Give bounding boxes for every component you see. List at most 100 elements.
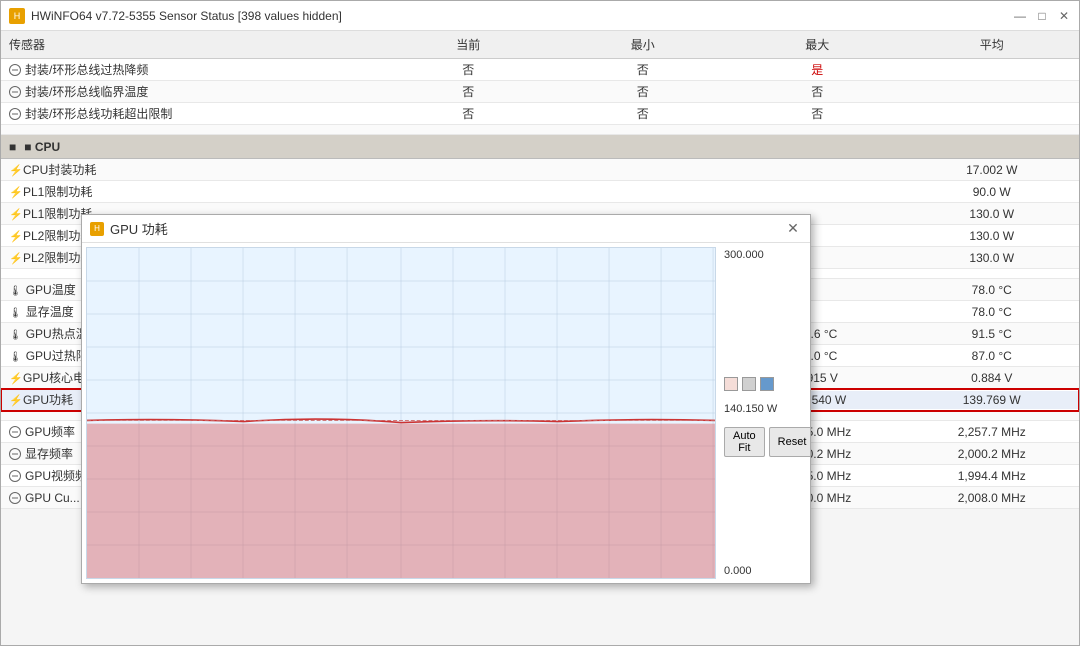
cell-blank (905, 128, 1080, 132)
bolt-icon (9, 163, 19, 177)
gpu-power-popup: H GPU 功耗 ✕ (81, 214, 811, 584)
cell-label: CPU封装功耗 (1, 159, 381, 180)
minus-icon (9, 448, 21, 460)
chart-area (86, 247, 716, 579)
cell-blank (905, 272, 1080, 276)
cell-max: 否 (730, 103, 905, 124)
table-row: 封装/环形总线临界温度 否 否 否 (1, 81, 1079, 103)
temp-icon (9, 283, 22, 297)
cell-blank (556, 145, 731, 149)
cpu-section-icon: ■ (9, 140, 16, 154)
column-headers: 传感器 当前 最小 最大 平均 (1, 31, 1079, 59)
cell-current (381, 190, 556, 194)
chart-label-top: 300.000 (724, 249, 806, 261)
cell-blank (1, 128, 381, 132)
bolt-icon (9, 207, 19, 221)
chart-checkbox-3[interactable] (760, 377, 774, 391)
popup-title-left: H GPU 功耗 (90, 219, 168, 238)
popup-title: GPU 功耗 (110, 219, 168, 238)
minus-icon (9, 86, 21, 98)
table-row-blank (1, 125, 1079, 135)
minimize-button[interactable]: — (1013, 9, 1027, 23)
cell-blank (381, 145, 556, 149)
col-min: 最小 (556, 33, 731, 56)
cell-blank (556, 128, 731, 132)
col-max: 最大 (730, 33, 905, 56)
chart-checkbox-1[interactable] (724, 377, 738, 391)
temp-icon (9, 327, 22, 341)
cell-min (556, 190, 731, 194)
cell-avg: 17.002 W (905, 161, 1080, 179)
cell-avg: 87.0 °C (905, 347, 1080, 365)
cell-label: 封装/环形总线临界温度 (1, 81, 381, 102)
cell-label: PL1限制功耗 (1, 181, 381, 202)
cell-avg: 2,000.2 MHz (905, 445, 1080, 463)
cell-avg: 2,257.7 MHz (905, 423, 1080, 441)
cell-blank (730, 145, 905, 149)
cell-avg: 1,994.4 MHz (905, 467, 1080, 485)
col-avg: 平均 (905, 33, 1080, 56)
popup-content: 300.000 140.150 W Auto Fit Reset 0.000 (82, 243, 810, 583)
cell-label: 封装/环形总线过热降频 (1, 59, 381, 80)
cpu-label: ■ CPU (24, 140, 60, 154)
cell-current: 否 (381, 103, 556, 124)
col-sensor: 传感器 (1, 33, 381, 56)
main-window: H HWiNFO64 v7.72-5355 Sensor Status [398… (0, 0, 1080, 646)
cell-avg: 0.884 V (905, 369, 1080, 387)
chart-buttons: Auto Fit Reset (724, 427, 806, 457)
bolt-icon (9, 251, 19, 265)
minus-icon (9, 426, 21, 438)
cell-max: 是 (730, 59, 905, 80)
cell-min: 否 (556, 59, 731, 80)
cell-avg: 130.0 W (905, 205, 1080, 223)
popup-app-icon: H (90, 222, 104, 236)
chart-checkbox-2[interactable] (742, 377, 756, 391)
bolt-icon (9, 371, 19, 385)
bolt-icon (9, 185, 19, 199)
cell-max (730, 168, 905, 172)
cell-blank (381, 128, 556, 132)
chart-sidebar: 300.000 140.150 W Auto Fit Reset 0.000 (720, 243, 810, 583)
table-row: CPU封装功耗 17.002 W (1, 159, 1079, 181)
table-area: 封装/环形总线过热降频 否 否 是 封装/环形总线临界温度 否 否 否 (1, 59, 1079, 645)
cell-blank (905, 145, 1080, 149)
table-row: PL1限制功耗 90.0 W (1, 181, 1079, 203)
cell-avg: 90.0 W (905, 183, 1080, 201)
chart-checkboxes (724, 377, 806, 391)
popup-close-button[interactable]: ✕ (784, 220, 802, 238)
cell-avg: 78.0 °C (905, 303, 1080, 321)
cell-avg: 139.769 W (905, 391, 1080, 409)
cell-min: 否 (556, 81, 731, 102)
reset-button[interactable]: Reset (769, 427, 810, 457)
cell-max (730, 190, 905, 194)
cell-avg: 130.0 W (905, 249, 1080, 267)
cell-current (381, 168, 556, 172)
maximize-button[interactable]: □ (1035, 9, 1049, 23)
table-row: 封装/环形总线功耗超出限制 否 否 否 (1, 103, 1079, 125)
cell-avg (905, 112, 1080, 116)
title-bar: H HWiNFO64 v7.72-5355 Sensor Status [398… (1, 1, 1079, 31)
app-icon: H (9, 8, 25, 24)
temp-icon (9, 305, 22, 319)
cell-avg: 78.0 °C (905, 281, 1080, 299)
bolt-icon (9, 229, 19, 243)
minus-icon (9, 470, 21, 482)
cell-blank (905, 414, 1080, 418)
cell-min: 否 (556, 103, 731, 124)
cell-current: 否 (381, 59, 556, 80)
minus-icon (9, 108, 21, 120)
cell-blank (730, 128, 905, 132)
window-title: HWiNFO64 v7.72-5355 Sensor Status [398 v… (31, 9, 342, 23)
cell-avg: 130.0 W (905, 227, 1080, 245)
window-controls: — □ ✕ (1013, 9, 1071, 23)
chart-label-mid: 140.150 W (724, 403, 806, 415)
chart-svg (87, 248, 715, 578)
close-button[interactable]: ✕ (1057, 9, 1071, 23)
table-row: 封装/环形总线过热降频 否 否 是 (1, 59, 1079, 81)
popup-title-bar: H GPU 功耗 ✕ (82, 215, 810, 243)
auto-fit-button[interactable]: Auto Fit (724, 427, 765, 457)
cell-max: 否 (730, 81, 905, 102)
section-header-cpu: ■ ■ CPU (1, 135, 1079, 159)
temp-icon (9, 349, 22, 363)
cell-min (556, 168, 731, 172)
